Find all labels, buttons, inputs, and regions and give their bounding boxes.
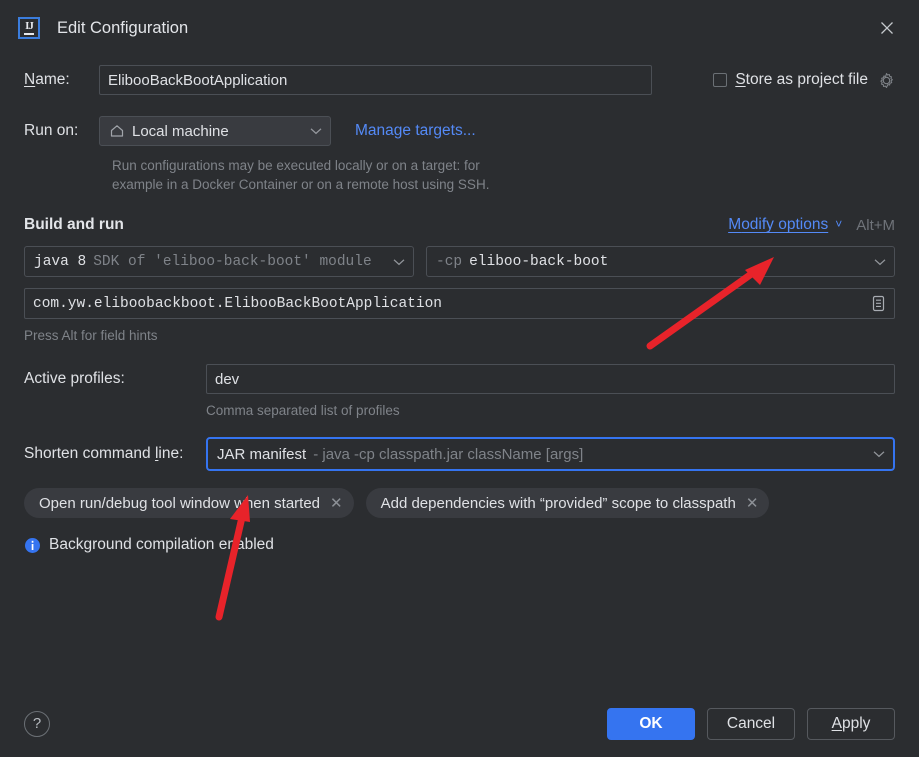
info-icon: [24, 537, 41, 554]
chip-open-run-debug-tool-window[interactable]: Open run/debug tool window when started …: [24, 488, 354, 518]
jdk-combo[interactable]: java 8 SDK of 'eliboo-back-boot' module: [24, 246, 414, 277]
intellij-idea-icon: IJ: [18, 17, 40, 39]
classpath-value: eliboo-back-boot: [469, 254, 608, 270]
run-on-hint-line-2: example in a Docker Container or on a re…: [112, 175, 582, 194]
active-profiles-row: Active profiles: dev: [24, 364, 895, 394]
chip-label: Open run/debug tool window when started: [39, 495, 320, 512]
chip-label: Add dependencies with “provided” scope t…: [381, 495, 736, 512]
dialog-title: Edit Configuration: [57, 19, 188, 38]
run-on-row: Run on: Local machine Manage targets...: [24, 116, 895, 146]
cancel-button[interactable]: Cancel: [707, 708, 795, 740]
shorten-command-line-description: - java -cp classpath.jar className [args…: [313, 446, 583, 463]
gear-icon[interactable]: [878, 72, 895, 89]
run-on-combo[interactable]: Local machine: [99, 116, 331, 146]
run-on-label: Run on:: [24, 122, 99, 140]
name-row: Name: ElibooBackBootApplication Store as…: [24, 64, 895, 96]
active-profiles-input[interactable]: dev: [206, 364, 895, 394]
modify-options-link[interactable]: Modify options: [728, 216, 828, 234]
shorten-command-line-row: Shorten command line: JAR manifest - jav…: [24, 437, 895, 471]
shorten-command-line-value: JAR manifest: [217, 446, 306, 463]
ok-button[interactable]: OK: [607, 708, 695, 740]
list-icon[interactable]: [868, 293, 889, 314]
classpath-flag: -cp: [436, 254, 462, 270]
edit-configuration-dialog: IJ Edit Configuration Name: ElibooBackBo…: [0, 0, 919, 757]
jdk-description: SDK of 'eliboo-back-boot' module: [93, 254, 371, 270]
build-and-run-title: Build and run: [24, 216, 124, 234]
shorten-command-line-combo[interactable]: JAR manifest - java -cp classpath.jar cl…: [206, 437, 895, 471]
manage-targets-link[interactable]: Manage targets...: [355, 122, 476, 140]
build-and-run-header-right: Modify options ˅ Alt+M: [728, 216, 895, 234]
option-chips-row: Open run/debug tool window when started …: [24, 488, 895, 518]
build-and-run-header: Build and run Modify options ˅ Alt+M: [24, 216, 895, 234]
jdk-name: java 8: [34, 254, 86, 270]
chevron-down-icon[interactable]: ˅: [835, 217, 842, 231]
background-compilation-info: Background compilation enabled: [24, 536, 895, 554]
close-icon[interactable]: ✕: [330, 496, 343, 511]
active-profiles-label: Active profiles:: [24, 370, 206, 388]
run-on-hint: Run configurations may be executed local…: [112, 156, 582, 194]
active-profiles-hint: Comma separated list of profiles: [206, 403, 895, 418]
chevron-down-icon: [300, 127, 322, 135]
chip-add-provided-dependencies[interactable]: Add dependencies with “provided” scope t…: [366, 488, 770, 518]
main-class-input[interactable]: com.yw.eliboobackboot.ElibooBackBootAppl…: [24, 288, 895, 319]
jdk-classpath-row: java 8 SDK of 'eliboo-back-boot' module …: [24, 246, 895, 277]
name-input[interactable]: ElibooBackBootApplication: [99, 65, 652, 95]
apply-button[interactable]: Apply: [807, 708, 895, 740]
classpath-combo[interactable]: -cp eliboo-back-boot: [426, 246, 895, 277]
background-compilation-text: Background compilation enabled: [49, 536, 274, 554]
dialog-content: Name: ElibooBackBootApplication Store as…: [0, 56, 919, 690]
main-class-row: com.yw.eliboobackboot.ElibooBackBootAppl…: [24, 288, 895, 319]
store-as-project-file-checkbox[interactable]: [713, 73, 727, 87]
help-button[interactable]: ?: [24, 711, 50, 737]
chevron-down-icon: [863, 450, 885, 458]
dialog-footer: ? OK Cancel Apply: [0, 690, 919, 757]
modify-options-shortcut: Alt+M: [856, 217, 895, 234]
chevron-down-icon: [864, 258, 886, 266]
alt-field-hint: Press Alt for field hints: [24, 328, 895, 343]
close-icon[interactable]: [869, 10, 905, 46]
dialog-titlebar: IJ Edit Configuration: [0, 0, 919, 56]
chevron-down-icon: [383, 258, 405, 266]
name-label: Name:: [24, 71, 99, 89]
store-as-project-file-label: Store as project file: [735, 71, 868, 89]
store-as-project-file-group[interactable]: Store as project file: [713, 71, 895, 89]
run-on-value: Local machine: [132, 123, 229, 140]
run-on-hint-line-1: Run configurations may be executed local…: [112, 156, 582, 175]
home-icon: [109, 123, 125, 139]
shorten-command-line-label: Shorten command line:: [24, 445, 206, 463]
close-icon[interactable]: ✕: [746, 496, 759, 511]
